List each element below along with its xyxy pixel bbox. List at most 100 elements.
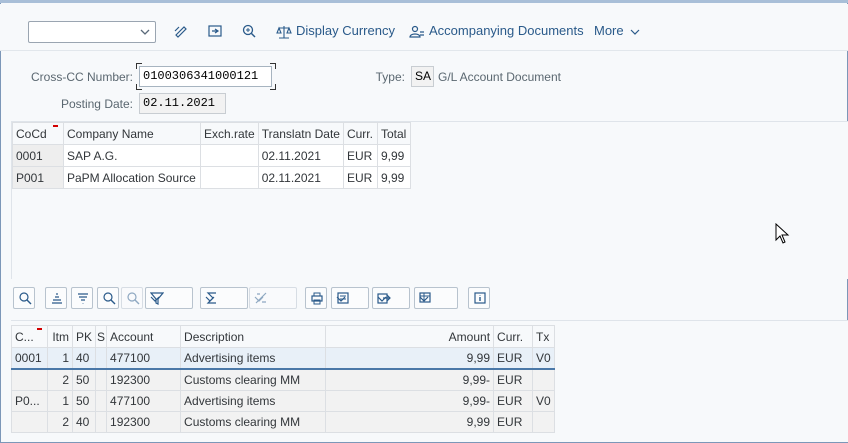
cell[interactable]: Customs clearing MM — [180, 411, 327, 433]
find-next-button[interactable] — [121, 287, 143, 309]
cross-cc-field[interactable]: 0100306341000121 — [139, 66, 272, 87]
cell[interactable]: SAP A.G. — [63, 144, 201, 167]
cell[interactable]: 02.11.2021 — [257, 166, 344, 189]
filter-button[interactable] — [145, 287, 193, 309]
cell[interactable]: P001 — [12, 166, 64, 189]
cell[interactable]: 1 — [47, 390, 73, 412]
col-header[interactable]: Description — [180, 325, 327, 348]
type-field[interactable]: SA — [411, 66, 434, 87]
view-button[interactable] — [331, 287, 369, 309]
chevron-down-icon[interactable] — [139, 25, 151, 39]
cell[interactable] — [95, 347, 108, 370]
chevron-down-icon[interactable] — [254, 295, 264, 303]
cell[interactable] — [11, 368, 48, 391]
col-header[interactable]: CoCd — [12, 122, 64, 145]
cell[interactable]: 477100 — [106, 390, 182, 412]
table-row[interactable]: 2 50 192300 Customs clearing MM 9,99- EU… — [11, 368, 555, 391]
cell[interactable]: 9,99 — [325, 411, 495, 433]
cell[interactable]: EUR — [493, 390, 534, 412]
print-button[interactable] — [305, 287, 327, 309]
sort-descending-button[interactable] — [71, 287, 93, 309]
cell[interactable]: 9,99 — [376, 166, 411, 189]
cell[interactable]: 9,99- — [325, 390, 495, 412]
more-button[interactable]: More — [594, 22, 641, 40]
table-row[interactable]: P0... 1 50 477100 Advertising items 9,99… — [11, 390, 555, 412]
cell[interactable] — [532, 411, 555, 433]
subtotal-button[interactable] — [249, 287, 297, 309]
details-button[interactable] — [13, 287, 35, 309]
col-header[interactable]: PK — [71, 325, 97, 348]
cell[interactable] — [95, 390, 108, 412]
posting-date-field[interactable]: 02.11.2021 — [139, 93, 226, 114]
cell[interactable] — [11, 411, 48, 433]
cell[interactable]: 9,99- — [325, 368, 495, 391]
col-header[interactable]: Itm — [47, 325, 73, 348]
sum-button[interactable] — [200, 287, 248, 309]
col-header[interactable]: S — [95, 325, 108, 348]
cell[interactable]: 192300 — [106, 411, 182, 433]
col-header[interactable]: Company Name — [63, 122, 201, 145]
cell[interactable]: EUR — [493, 368, 534, 391]
cell[interactable]: EUR — [342, 166, 378, 189]
cell[interactable]: 192300 — [106, 368, 182, 391]
cell[interactable]: Advertising items — [180, 347, 327, 370]
cell[interactable] — [95, 411, 108, 433]
chevron-down-icon[interactable] — [419, 295, 429, 303]
cell[interactable]: Advertising items — [180, 390, 327, 412]
col-header[interactable]: Tx — [532, 325, 555, 348]
cell[interactable]: V0 — [532, 347, 555, 370]
cell[interactable]: 9,99 — [325, 347, 495, 370]
cell[interactable]: 1 — [47, 347, 73, 370]
cell[interactable]: EUR — [493, 347, 534, 370]
cell[interactable] — [95, 368, 108, 391]
col-header[interactable]: Total — [376, 122, 411, 145]
cell[interactable]: 02.11.2021 — [257, 144, 344, 167]
cell[interactable]: 0001 — [11, 347, 48, 370]
table-row[interactable]: 0001 1 40 477100 Advertising items 9,99 … — [11, 347, 555, 370]
info-button[interactable] — [468, 287, 490, 309]
cell[interactable] — [532, 368, 555, 391]
display-currency-button[interactable]: Display Currency — [276, 22, 395, 40]
cell[interactable]: 9,99 — [376, 144, 411, 167]
chevron-down-icon[interactable] — [377, 295, 387, 303]
find-next-icon — [127, 292, 140, 305]
cell[interactable]: EUR — [493, 411, 534, 433]
cell[interactable]: 50 — [71, 368, 97, 391]
cell[interactable]: EUR — [342, 144, 378, 167]
col-header[interactable]: Account — [106, 325, 182, 348]
sort-ascending-button[interactable] — [45, 287, 67, 309]
cell[interactable]: 50 — [71, 390, 97, 412]
zoom-icon[interactable] — [240, 22, 258, 40]
cell[interactable]: V0 — [532, 390, 555, 412]
chevron-down-icon[interactable] — [205, 295, 215, 303]
chevron-down-icon[interactable] — [336, 295, 346, 303]
switch-icon[interactable] — [206, 22, 224, 40]
col-header[interactable]: Translatn Date — [257, 122, 344, 145]
cell[interactable]: 40 — [71, 411, 97, 433]
cell[interactable] — [200, 144, 259, 167]
cell[interactable]: 40 — [71, 347, 97, 370]
col-header[interactable]: C... — [11, 325, 48, 348]
col-header[interactable]: Curr. — [342, 122, 378, 145]
cell[interactable] — [200, 166, 259, 189]
cell[interactable]: 0001 — [12, 144, 64, 167]
col-header[interactable]: Amount — [325, 325, 495, 348]
accompanying-documents-button[interactable]: Accompanying Documents — [409, 22, 584, 40]
table-row[interactable]: P001 PaPM Allocation Source 02.11.2021 E… — [12, 166, 411, 189]
layout-button[interactable] — [414, 287, 458, 309]
edit-icon[interactable] — [172, 22, 190, 40]
cell[interactable]: 2 — [47, 368, 73, 391]
cell[interactable]: 477100 — [106, 347, 182, 370]
table-row[interactable]: 2 40 192300 Customs clearing MM 9,99 EUR — [11, 411, 555, 433]
command-field[interactable] — [28, 21, 156, 43]
table-row[interactable]: 0001 SAP A.G. 02.11.2021 EUR 9,99 — [12, 144, 411, 167]
cell[interactable]: 2 — [47, 411, 73, 433]
find-button[interactable] — [97, 287, 119, 309]
chevron-down-icon[interactable] — [150, 295, 160, 303]
col-header[interactable]: Curr. — [493, 325, 534, 348]
cell[interactable]: Customs clearing MM — [180, 368, 327, 391]
cell[interactable]: P0... — [11, 390, 48, 412]
col-header[interactable]: Exch.rate — [200, 122, 259, 145]
cell[interactable]: PaPM Allocation Source — [63, 166, 201, 189]
export-button[interactable] — [372, 287, 410, 309]
